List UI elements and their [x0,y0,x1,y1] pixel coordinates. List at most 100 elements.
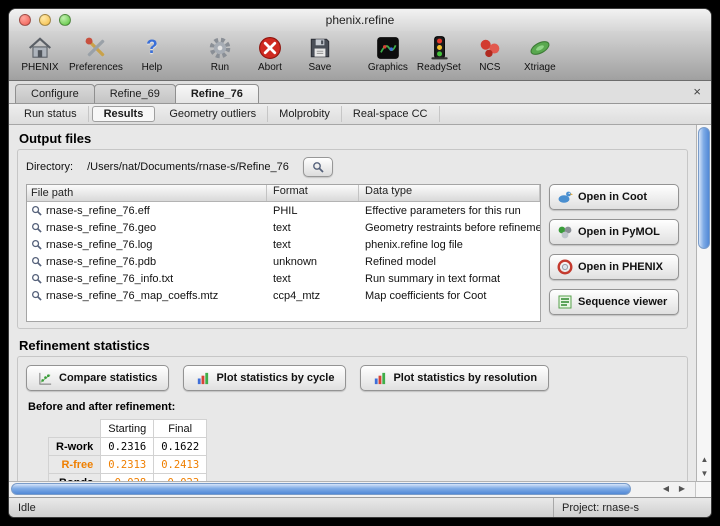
help-icon: ? [146,33,158,62]
file-name: rnase-s_refine_76.log [46,239,152,251]
toolbar: PHENIX Preferences ? Help Run Abort [9,31,711,81]
stats-header-row: Starting Final [49,420,207,438]
tab-refine-76[interactable]: Refine_76 [175,84,259,103]
open-in-phenix-button[interactable]: Open in PHENIX [549,254,679,280]
toolbar-readyset-button[interactable]: ReadySet [417,33,461,73]
file-format: text [267,239,359,251]
tab-molprobity[interactable]: Molprobity [268,106,342,122]
tools-icon [83,33,109,62]
ncs-icon [477,33,503,62]
tab-configure[interactable]: Configure [15,84,95,103]
plot-statistics-by-resolution-button[interactable]: Plot statistics by resolution [360,365,549,391]
stats-row-r-free: R-free 0.2313 0.2413 [49,456,207,474]
stats-starting-value: 0.2313 [101,456,154,474]
file-name: rnase-s_refine_76_map_coeffs.mtz [46,290,218,302]
close-tab-button[interactable]: × [693,85,701,98]
table-row[interactable]: rnase-s_refine_76.geo text Geometry rest… [27,219,540,236]
bar-chart-icon [372,371,387,386]
toolbar-graphics-button[interactable]: Graphics [367,33,409,73]
directory-label: Directory: [26,161,73,173]
toolbar-label: Graphics [368,62,408,73]
toolbar-label: Preferences [69,62,123,73]
scroll-right-button[interactable]: ▶ [675,484,689,493]
file-name: rnase-s_refine_76.eff [46,205,150,217]
vertical-scrollbar-thumb[interactable] [698,127,710,249]
stats-row-r-work: R-work 0.2316 0.1622 [49,438,207,456]
coot-icon [557,189,573,205]
column-header-format[interactable]: Format [267,185,359,201]
stats-row-label: Bonds [49,474,101,482]
button-label: Open in Coot [578,191,647,203]
horizontal-scrollbar-thumb[interactable] [11,483,631,495]
close-window-button[interactable] [19,14,31,26]
table-row[interactable]: rnase-s_refine_76_info.txt text Run summ… [27,270,540,287]
status-bar: Idle Project: rnase-s [9,497,711,517]
stats-col-header-starting: Starting [101,420,154,438]
magnifier-icon [31,222,42,233]
table-row[interactable]: rnase-s_refine_76_map_coeffs.mtz ccp4_mt… [27,287,540,304]
magnifier-icon [312,161,324,173]
scroll-left-button[interactable]: ◀ [659,484,673,493]
magnifier-icon [31,256,42,267]
refinement-statistics-box: Compare statistics Plot statistics by cy… [17,356,688,481]
save-icon [307,33,333,62]
horizontal-scrollbar[interactable]: ◀ ▶ [9,481,711,497]
toolbar-xtriage-button[interactable]: Xtriage [519,33,561,73]
zoom-window-button[interactable] [59,14,71,26]
magnifier-icon [31,239,42,250]
table-row[interactable]: rnase-s_refine_76.pdb unknown Refined mo… [27,253,540,270]
directory-path: /Users/nat/Documents/rnase-s/Refine_76 [87,161,289,173]
toolbar-run-button[interactable]: Run [199,33,241,73]
stats-row-label: R-free [49,456,101,474]
vertical-scrollbar[interactable]: ▲ ▼ [696,125,711,481]
plot-statistics-by-cycle-button[interactable]: Plot statistics by cycle [183,365,346,391]
tab-results[interactable]: Results [92,106,156,122]
file-format: PHIL [267,205,359,217]
tab-run-status[interactable]: Run status [13,106,89,122]
file-format: text [267,222,359,234]
toolbar-label: NCS [479,62,500,73]
table-row[interactable]: rnase-s_refine_76.eff PHIL Effective par… [27,202,540,219]
toolbar-preferences-button[interactable]: Preferences [69,33,123,73]
sequence-viewer-button[interactable]: Sequence viewer [549,289,679,315]
column-header-data-type[interactable]: Data type [359,185,540,201]
compare-statistics-button[interactable]: Compare statistics [26,365,169,391]
toolbar-save-button[interactable]: Save [299,33,341,73]
results-tab-bar: Run status Results Geometry outliers Mol… [9,104,711,125]
tab-refine-69[interactable]: Refine_69 [94,84,176,103]
column-header-file-path[interactable]: File path [27,185,267,201]
tab-geometry-outliers[interactable]: Geometry outliers [158,106,268,122]
toolbar-label: Run [211,62,229,73]
file-data-type: Geometry restraints before refinement [359,222,540,234]
table-header-row: File path Format Data type [27,185,540,202]
file-format: text [267,273,359,285]
scrollbar-corner [695,482,711,497]
scroll-up-button[interactable]: ▲ [697,453,712,466]
stats-corner-cell [49,420,101,438]
stats-col-header-final: Final [154,420,207,438]
file-format: unknown [267,256,359,268]
button-label: Open in PHENIX [578,261,663,273]
sequence-icon [557,294,573,310]
minimize-window-button[interactable] [39,14,51,26]
stats-starting-value: 0.2316 [101,438,154,456]
open-in-pymol-button[interactable]: Open in PyMOL [549,219,679,245]
toolbar-phenix-button[interactable]: PHENIX [19,33,61,73]
open-in-coot-button[interactable]: Open in Coot [549,184,679,210]
toolbar-abort-button[interactable]: Abort [249,33,291,73]
file-data-type: Refined model [359,256,540,268]
scroll-down-button[interactable]: ▼ [697,467,712,480]
toolbar-label: ReadySet [417,62,461,73]
browse-directory-button[interactable] [303,157,333,177]
table-row[interactable]: rnase-s_refine_76.log text phenix.refine… [27,236,540,253]
pymol-icon [557,224,573,240]
stats-row-bonds: Bonds 0.028 0.023 [49,474,207,482]
tab-real-space-cc[interactable]: Real-space CC [342,106,440,122]
output-files-heading: Output files [19,131,688,146]
viewer-buttons: Open in Coot Open in PyMOL Open in PHENI… [549,184,679,322]
button-label: Sequence viewer [578,296,667,308]
toolbar-ncs-button[interactable]: NCS [469,33,511,73]
title-bar[interactable]: phenix.refine [9,9,711,31]
toolbar-help-button[interactable]: ? Help [131,33,173,73]
toolbar-label: Xtriage [524,62,556,73]
